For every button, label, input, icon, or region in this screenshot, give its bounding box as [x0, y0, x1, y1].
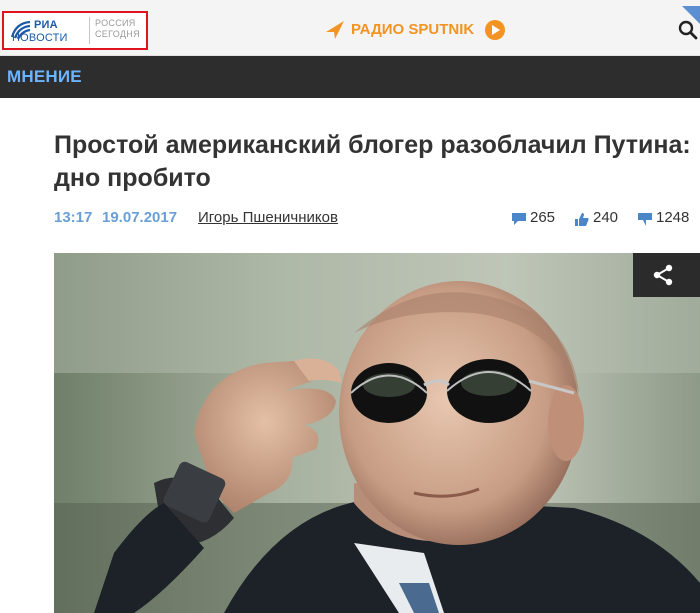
- comments-value: 265: [530, 209, 556, 226]
- logo-divider: [89, 17, 90, 44]
- publish-time: 13:17: [54, 209, 93, 226]
- logo-word-rossiya: РОССИЯ: [95, 18, 136, 28]
- article-image: [54, 253, 700, 613]
- logo-word-segodnya: СЕГОДНЯ: [95, 29, 140, 39]
- radio-sputnik-label: РАДИО SPUTNIK: [351, 21, 475, 38]
- top-header: РИА НОВОСТИ РОССИЯ СЕГОДНЯ РАДИО SPUTNIK: [0, 0, 700, 56]
- comment-icon: [512, 213, 526, 225]
- search-button[interactable]: [662, 6, 700, 56]
- views-value: 1248: [656, 209, 690, 226]
- rossiya-segodnya-logo: РОССИЯ СЕГОДНЯ: [95, 18, 140, 40]
- search-icon: [678, 20, 698, 40]
- play-icon[interactable]: [485, 20, 505, 40]
- share-icon: [653, 264, 673, 286]
- publish-date: 19.07.2017: [102, 209, 178, 226]
- article-headline: Простой американский блогер разоблачил П…: [54, 131, 691, 192]
- author-link[interactable]: Игорь Пшеничников: [198, 209, 338, 226]
- section-bar: МНЕНИЕ: [0, 56, 700, 98]
- article-meta: 13:17 19.07.2017 Игорь Пшеничников 265 2…: [54, 209, 700, 229]
- like-icon: [575, 213, 589, 226]
- section-link-opinion[interactable]: МНЕНИЕ: [7, 67, 82, 87]
- view-icon: [638, 213, 652, 226]
- logo-word-novosti: НОВОСТИ: [12, 32, 68, 44]
- sputnik-arrow-icon: [326, 21, 344, 39]
- ria-novosti-logo-link[interactable]: РИА НОВОСТИ РОССИЯ СЕГОДНЯ: [2, 11, 148, 50]
- ria-logo: РИА НОВОСТИ: [10, 18, 82, 46]
- share-button[interactable]: [633, 253, 700, 297]
- likes-value: 240: [593, 209, 619, 226]
- article-photo: [54, 253, 700, 613]
- logo-word-ria: РИА: [34, 19, 58, 31]
